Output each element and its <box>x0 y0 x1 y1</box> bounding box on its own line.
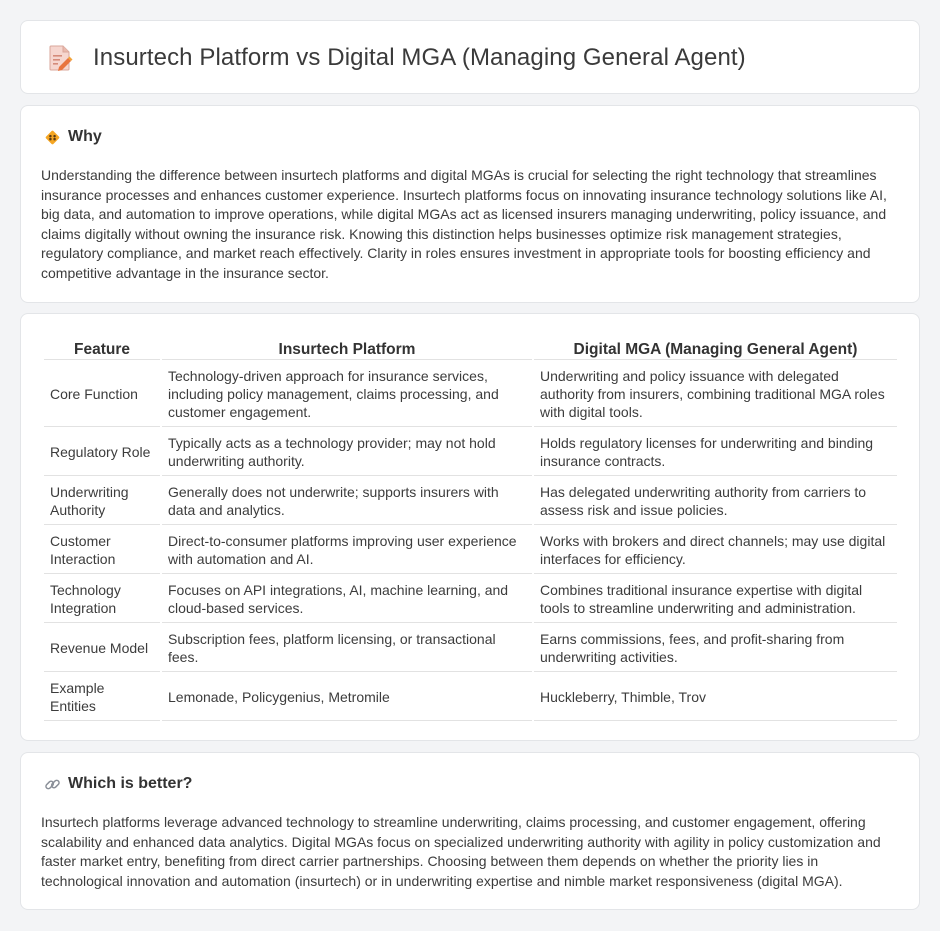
mga-cell: Underwriting and policy issuance with de… <box>534 362 897 427</box>
feature-cell: Technology Integration <box>44 576 160 623</box>
better-heading: Which is better? <box>68 775 193 792</box>
mga-cell: Has delegated underwriting authority fro… <box>534 478 897 525</box>
insurtech-cell: Focuses on API integrations, AI, machine… <box>162 576 532 623</box>
why-text: Understanding the difference between ins… <box>41 167 887 281</box>
mga-cell: Holds regulatory licenses for underwriti… <box>534 429 897 476</box>
table-header-row: Feature Insurtech Platform Digital MGA (… <box>44 336 897 360</box>
better-heading-row: Which is better? <box>44 775 192 793</box>
table-row: Technology Integration Focuses on API in… <box>44 576 897 623</box>
page-title: Insurtech Platform vs Digital MGA (Manag… <box>93 44 746 71</box>
table-row: Core Function Technology-driven approach… <box>44 362 897 427</box>
which-is-better-section: Which is better? Insurtech platforms lev… <box>20 752 920 910</box>
header-insurtech: Insurtech Platform <box>162 336 532 360</box>
mga-cell: Combines traditional insurance expertise… <box>534 576 897 623</box>
insurtech-cell: Subscription fees, platform licensing, o… <box>162 625 532 672</box>
header-mga: Digital MGA (Managing General Agent) <box>534 336 897 360</box>
feature-cell: Customer Interaction <box>44 527 160 574</box>
document-edit-icon <box>49 45 73 71</box>
feature-cell: Regulatory Role <box>44 429 160 476</box>
feature-cell: Core Function <box>44 362 160 427</box>
feature-cell: Underwriting Authority <box>44 478 160 525</box>
why-heading: Why <box>68 128 102 145</box>
link-icon <box>45 779 60 789</box>
mga-cell: Works with brokers and direct channels; … <box>534 527 897 574</box>
insurtech-cell: Generally does not underwrite; supports … <box>162 478 532 525</box>
title-card: Insurtech Platform vs Digital MGA (Manag… <box>20 20 920 94</box>
mga-cell: Huckleberry, Thimble, Trov <box>534 674 897 721</box>
why-heading-row: Why <box>44 128 102 146</box>
mga-cell: Earns commissions, fees, and profit-shar… <box>534 625 897 672</box>
insurtech-cell: Direct-to-consumer platforms improving u… <box>162 527 532 574</box>
table-row: Example Entities Lemonade, Policygenius,… <box>44 674 897 721</box>
insurtech-cell: Technology-driven approach for insurance… <box>162 362 532 427</box>
table-row: Underwriting Authority Generally does no… <box>44 478 897 525</box>
feature-cell: Revenue Model <box>44 625 160 672</box>
table-row: Regulatory Role Typically acts as a tech… <box>44 429 897 476</box>
feature-cell: Example Entities <box>44 674 160 721</box>
better-text: Insurtech platforms leverage advanced te… <box>41 814 881 889</box>
title-row: Insurtech Platform vs Digital MGA (Manag… <box>47 44 746 72</box>
insurtech-cell: Typically acts as a technology provider;… <box>162 429 532 476</box>
table-row: Revenue Model Subscription fees, platfor… <box>44 625 897 672</box>
comparison-table: Feature Insurtech Platform Digital MGA (… <box>42 334 899 723</box>
table-row: Customer Interaction Direct-to-consumer … <box>44 527 897 574</box>
diamond-people-icon <box>45 130 60 144</box>
comparison-section: Feature Insurtech Platform Digital MGA (… <box>20 313 920 741</box>
why-section: Why Understanding the difference between… <box>20 105 920 303</box>
insurtech-cell: Lemonade, Policygenius, Metromile <box>162 674 532 721</box>
header-feature: Feature <box>44 336 160 360</box>
